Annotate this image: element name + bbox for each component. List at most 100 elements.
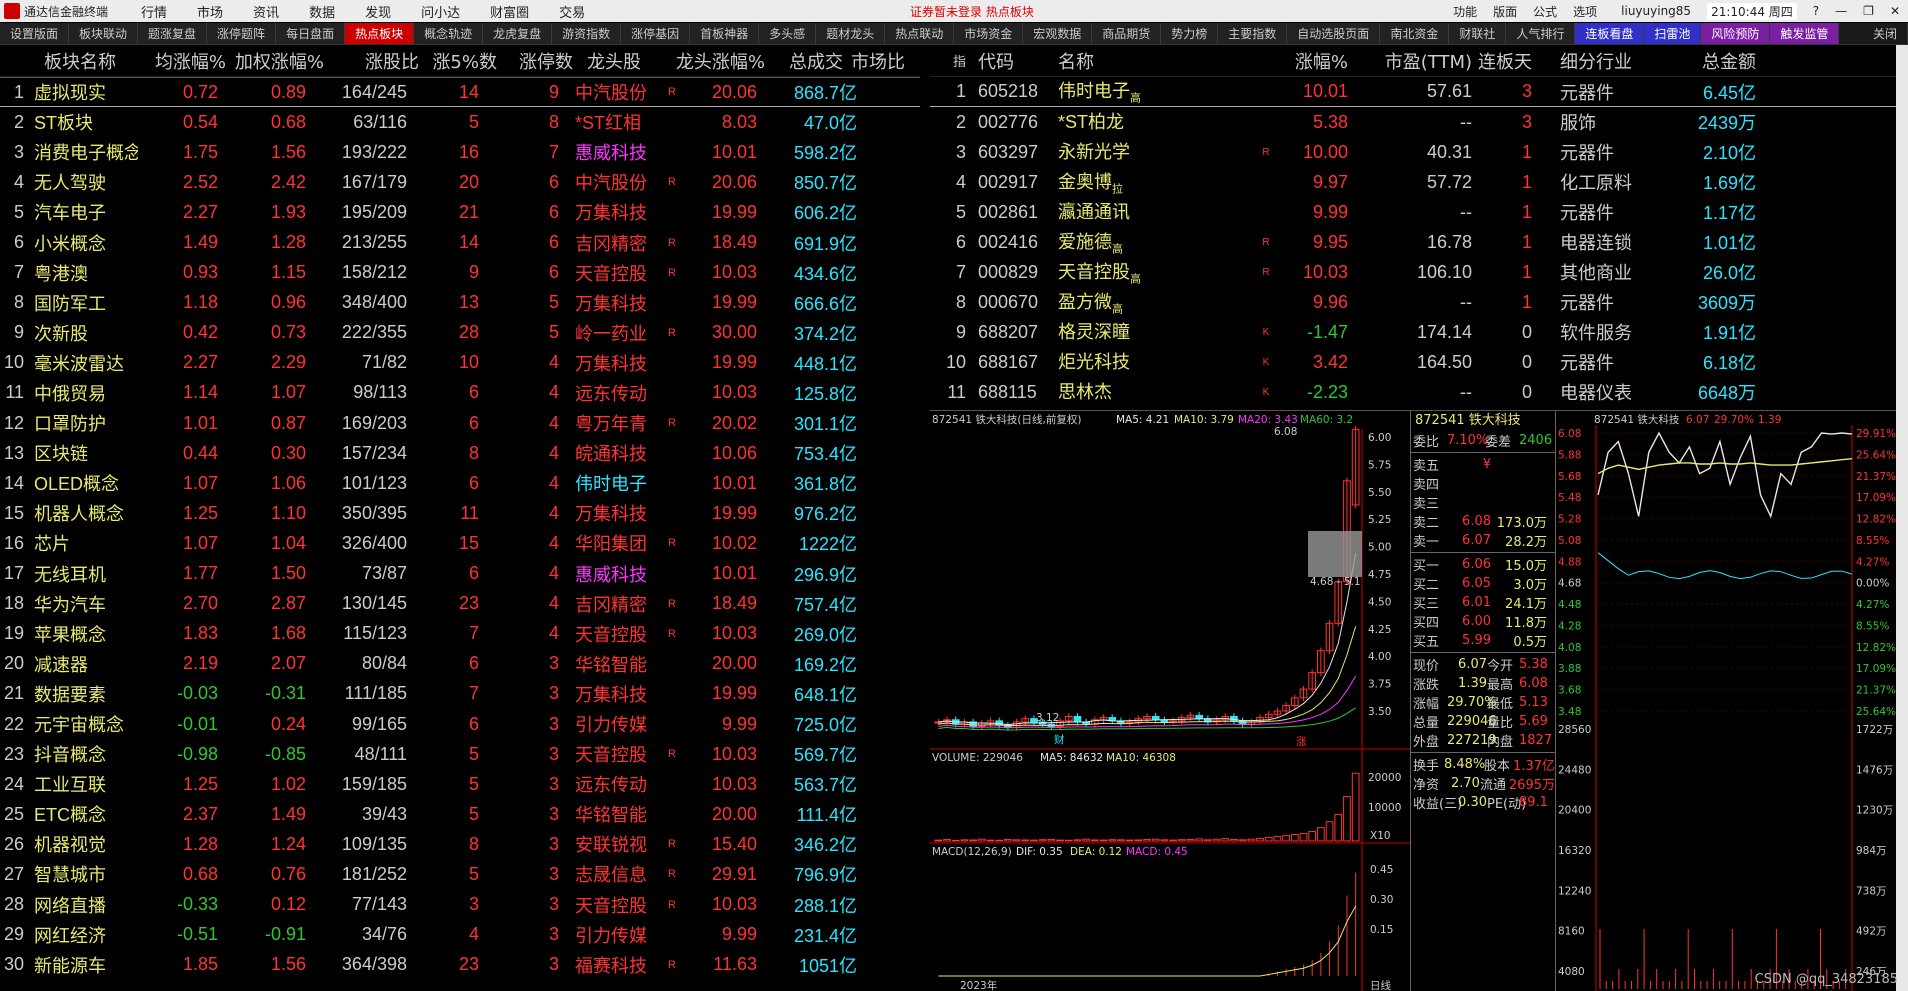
stock-row[interactable]: 2 002776 *ST柏龙 5.38 -- 3 服饰 2439万 bbox=[930, 107, 1908, 137]
leader-stock[interactable]: 万集科技 bbox=[561, 681, 657, 707]
minimize-icon[interactable]: — bbox=[1835, 4, 1847, 18]
sector-row[interactable]: 20 减速器 2.19 2.07 80/84 6 3 华铭智能 20.00 169.2亿 bbox=[0, 649, 920, 679]
leader-stock[interactable]: 志晟信息 bbox=[561, 861, 657, 887]
tab-item[interactable]: 每日盘面 bbox=[276, 23, 346, 44]
leader-stock[interactable]: 福赛科技 bbox=[561, 952, 657, 978]
leader-stock[interactable]: 天音控股 bbox=[561, 892, 657, 918]
leader-stock[interactable]: 中汽股份 bbox=[561, 169, 657, 195]
col-days[interactable]: 连板天 bbox=[1472, 48, 1544, 74]
col-total-amount[interactable]: 总金额 bbox=[1676, 48, 1756, 74]
col-avg[interactable]: 均涨幅% bbox=[148, 48, 226, 74]
sector-row[interactable]: 14 OLED概念 1.07 1.06 101/123 6 4 伟时电子 10.01 361.8亿 bbox=[0, 468, 920, 498]
tab-item[interactable]: 宏观数据 bbox=[1023, 23, 1093, 44]
sector-row[interactable]: 24 工业互联 1.25 1.02 159/185 5 3 远东传动 10.03 563.7亿 bbox=[0, 769, 920, 799]
col-market-ratio[interactable]: 市场比 bbox=[843, 48, 913, 74]
tab-item[interactable]: 概念轨迹 bbox=[414, 23, 484, 44]
tab-item[interactable]: 题材龙头 bbox=[816, 23, 886, 44]
stock-row[interactable]: 3 603297 永新光学 R 10.00 40.31 1 元器件 2.10亿 bbox=[930, 137, 1908, 167]
tab-item[interactable]: 财联社 bbox=[1449, 23, 1507, 44]
tab-item[interactable]: 南北资金 bbox=[1380, 23, 1450, 44]
stock-row[interactable]: 9 688207 格灵深瞳 K -1.47 174.14 0 软件服务 1.91亿 bbox=[930, 317, 1908, 347]
leader-stock[interactable]: 天音控股 bbox=[561, 621, 657, 647]
menu-item[interactable]: 发现 bbox=[365, 6, 391, 21]
tab-item[interactable]: 扫雷池 bbox=[1644, 23, 1702, 44]
right-menu-item[interactable]: 版面 bbox=[1493, 5, 1517, 19]
minute-chart[interactable]: 872541 铁大科技 6.07 29.70% 1.39 6.08 29.91% 5… bbox=[1556, 411, 1908, 991]
maximize-icon[interactable]: ❐ bbox=[1863, 4, 1874, 18]
sector-row[interactable]: 1 虚拟现实 0.72 0.89 164/245 14 9 中汽股份 R 20.06 868.7亿 bbox=[0, 77, 920, 108]
sector-row[interactable]: 28 网络直播 -0.33 0.12 77/143 3 3 天音控股 R 10.03 288.1亿 bbox=[0, 890, 920, 920]
stock-row[interactable]: 10 688167 炬光科技 K 3.42 164.50 0 元器件 6.18亿 bbox=[930, 347, 1908, 377]
sector-row[interactable]: 15 机器人概念 1.25 1.10 350/395 11 4 万集科技 19.99 976.2亿 bbox=[0, 498, 920, 528]
col-industry[interactable]: 细分行业 bbox=[1544, 48, 1676, 74]
leader-stock[interactable]: 远东传动 bbox=[561, 771, 657, 797]
col-chg[interactable]: 涨幅% bbox=[1274, 48, 1348, 74]
menu-item[interactable]: 数据 bbox=[309, 6, 335, 21]
tab-item[interactable]: 商品期货 bbox=[1092, 23, 1162, 44]
leader-stock[interactable]: 华阳集团 bbox=[561, 530, 657, 556]
menu-item[interactable]: 交易 bbox=[559, 6, 585, 21]
right-menu-item[interactable]: 功能 bbox=[1453, 5, 1477, 19]
kline-chart[interactable]: 872541 铁大科技(日线,前复权) MA5: 4.21 MA10: 3.79… bbox=[930, 411, 1410, 991]
stock-row[interactable]: 7 000829 天音控股高 R 10.03 106.10 1 其他商业 26.0亿 bbox=[930, 257, 1908, 287]
tab-item[interactable]: 板块联动 bbox=[69, 23, 139, 44]
menu-item[interactable]: 问小达 bbox=[421, 6, 460, 21]
leader-stock[interactable]: 岭一药业 bbox=[561, 320, 657, 346]
stock-row[interactable]: 4 002917 金奥博拉 9.97 57.72 1 化工原料 1.69亿 bbox=[930, 167, 1908, 197]
leader-stock[interactable]: 引力传媒 bbox=[561, 922, 657, 948]
leader-stock[interactable]: 万集科技 bbox=[561, 199, 657, 225]
close-icon[interactable]: ✕ bbox=[1890, 4, 1900, 18]
leader-stock[interactable]: 吉冈精密 bbox=[561, 591, 657, 617]
side-toolbar[interactable] bbox=[1896, 45, 1908, 991]
tab-item[interactable]: 连板看盘 bbox=[1575, 23, 1645, 44]
col-weighted[interactable]: 加权涨幅% bbox=[226, 48, 324, 74]
sector-row[interactable]: 7 粤港澳 0.93 1.15 158/212 9 6 天音控股 R 10.03 434.6亿 bbox=[0, 258, 920, 288]
leader-stock[interactable]: 万集科技 bbox=[561, 290, 657, 316]
sector-row[interactable]: 8 国防军工 1.18 0.96 348/400 13 5 万集科技 19.99 666.6亿 bbox=[0, 288, 920, 318]
tab-item[interactable]: 多头感 bbox=[759, 23, 817, 44]
col-leader[interactable]: 龙头股 bbox=[575, 48, 665, 74]
col-leader-chg[interactable]: 龙头涨幅% bbox=[665, 48, 765, 74]
help-icon[interactable]: ? bbox=[1813, 4, 1819, 18]
tab-item[interactable]: 关闭 bbox=[1862, 23, 1908, 44]
sector-row[interactable]: 30 新能源车 1.85 1.56 364/398 23 3 福赛科技 R 11.63 1051亿 bbox=[0, 950, 920, 980]
leader-stock[interactable]: 安联锐视 bbox=[561, 831, 657, 857]
tab-item[interactable]: 热点联动 bbox=[885, 23, 955, 44]
sector-row[interactable]: 11 中俄贸易 1.14 1.07 98/113 6 4 远东传动 10.03 125.8亿 bbox=[0, 378, 920, 408]
sector-row[interactable]: 27 智慧城市 0.68 0.76 181/252 5 3 志晟信息 R 29.91 796.9亿 bbox=[0, 859, 920, 889]
col-stock-name[interactable]: 名称 bbox=[1058, 48, 1258, 74]
sector-row[interactable]: 3 消费电子概念 1.75 1.56 193/222 16 7 惠威科技 10.01 598.2亿 bbox=[0, 137, 920, 167]
leader-stock[interactable]: 远东传动 bbox=[561, 380, 657, 406]
menu-item[interactable]: 市场 bbox=[197, 6, 223, 21]
user-name[interactable]: liuyuying85 bbox=[1621, 4, 1691, 18]
leader-stock[interactable]: 天音控股 bbox=[561, 260, 657, 286]
sector-row[interactable]: 26 机器视觉 1.28 1.24 109/135 8 3 安联锐视 R 15.40 346.2亿 bbox=[0, 829, 920, 859]
sector-row[interactable]: 12 口罩防护 1.01 0.87 169/203 6 4 粤万年青 R 20.02 301.1亿 bbox=[0, 408, 920, 438]
stock-row[interactable]: 6 002416 爱施德高 R 9.95 16.78 1 电器连锁 1.01亿 bbox=[930, 227, 1908, 257]
col-amount[interactable]: 总成交 bbox=[765, 48, 843, 74]
sector-row[interactable]: 2 ST板块 0.54 0.68 63/116 5 8 *ST红相 8.03 47.0亿 bbox=[0, 107, 920, 137]
col-index[interactable]: 指 bbox=[930, 51, 978, 70]
tab-item[interactable]: 龙虎复盘 bbox=[483, 23, 553, 44]
tab-item[interactable]: 首板神器 bbox=[690, 23, 760, 44]
sector-row[interactable]: 23 抖音概念 -0.98 -0.85 48/111 5 3 天音控股 R 10.03 569.7亿 bbox=[0, 739, 920, 769]
col-code[interactable]: 代码 bbox=[978, 48, 1058, 74]
leader-stock[interactable]: *ST红相 bbox=[561, 109, 657, 135]
leader-stock[interactable]: 中汽股份 bbox=[561, 79, 657, 105]
stock-row[interactable]: 11 688115 思林杰 K -2.23 -- 0 电器仪表 6648万 bbox=[930, 377, 1908, 407]
sector-row[interactable]: 19 苹果概念 1.83 1.68 115/123 7 4 天音控股 R 10.03 269.0亿 bbox=[0, 619, 920, 649]
tab-item[interactable]: 风险预防 bbox=[1701, 23, 1771, 44]
leader-stock[interactable]: 天音控股 bbox=[561, 741, 657, 767]
tab-item[interactable]: 人气排行 bbox=[1506, 23, 1576, 44]
sector-row[interactable]: 18 华为汽车 2.70 2.87 130/145 23 4 吉冈精密 R 18.49 757.4亿 bbox=[0, 589, 920, 619]
col-up5[interactable]: 涨5%数 bbox=[419, 48, 497, 74]
stock-row[interactable]: 8 000670 盈方微高 9.96 -- 1 元器件 3609万 bbox=[930, 287, 1908, 317]
right-menu-item[interactable]: 公式 bbox=[1533, 5, 1557, 19]
sector-row[interactable]: 16 芯片 1.07 1.04 326/400 15 4 华阳集团 R 10.02 1222亿 bbox=[0, 528, 920, 558]
tab-item[interactable]: 涨停基因 bbox=[621, 23, 691, 44]
col-ratio[interactable]: 涨股比 bbox=[324, 48, 419, 74]
col-pe[interactable]: 市盈(TTM) bbox=[1348, 48, 1472, 74]
menu-item[interactable]: 财富圈 bbox=[490, 6, 529, 21]
sector-row[interactable]: 22 元宇宙概念 -0.01 0.24 99/165 6 3 引力传媒 9.99 725.0亿 bbox=[0, 709, 920, 739]
sector-row[interactable]: 17 无线耳机 1.77 1.50 73/87 6 4 惠威科技 10.01 296.9亿 bbox=[0, 559, 920, 589]
